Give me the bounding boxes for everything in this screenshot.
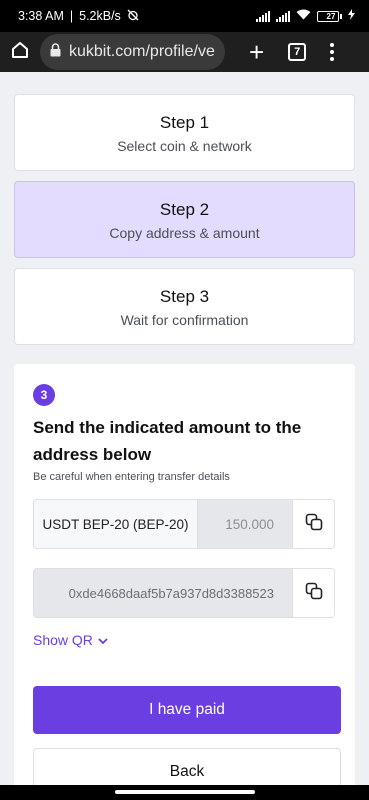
step-number-badge: 3 — [33, 384, 55, 406]
address-bar[interactable]: kukbit.com/profile/ve — [40, 34, 225, 70]
chevron-down-icon — [98, 632, 108, 648]
step-title: Step 2 — [159, 200, 210, 219]
show-qr-toggle[interactable]: Show QR — [33, 632, 108, 648]
clock: 3:38 AM — [18, 9, 64, 23]
i-have-paid-button[interactable]: I have paid — [33, 686, 341, 734]
charging-icon — [348, 9, 355, 23]
battery-icon: 27 — [317, 10, 342, 22]
battery-level: 27 — [326, 11, 336, 21]
amount-row: USDT BEP-20 (BEP-20) 150.000 — [33, 499, 335, 549]
payment-heading: Send the indicated amount to the address… — [33, 418, 302, 464]
network-speed: 5.2kB/s — [79, 9, 121, 23]
browser-toolbar: kukbit.com/profile/ve + 7 — [0, 32, 369, 72]
home-gesture-pill[interactable] — [115, 790, 255, 794]
back-button[interactable]: Back — [33, 748, 341, 785]
step-1-card: Step 1 Select coin & network — [14, 94, 355, 171]
page-content: Step 1 Select coin & network Step 2 Copy… — [0, 72, 369, 785]
system-nav-bar — [0, 785, 369, 800]
step-subtitle: Wait for confirmation — [120, 312, 249, 328]
alarm-off-icon — [127, 9, 139, 24]
step-subtitle: Select coin & network — [117, 138, 252, 154]
step-subtitle: Copy address & amount — [109, 225, 260, 241]
address-row: 0xde4668daaf5b7a937d8d3388523 — [33, 568, 335, 618]
copy-icon — [305, 513, 323, 536]
signal-icon-2 — [276, 10, 290, 22]
more-menu-icon[interactable] — [330, 43, 335, 61]
wallet-address-field: 0xde4668daaf5b7a937d8d3388523 — [34, 569, 292, 617]
payment-card: 3 Send the indicated amount to the addre… — [14, 364, 355, 785]
home-icon[interactable] — [10, 40, 30, 65]
url-text: kukbit.com/profile/ve — [69, 43, 215, 60]
status-bar: 3:38 AM | 5.2kB/s 27 — [0, 0, 369, 32]
copy-address-button[interactable] — [292, 569, 334, 617]
wifi-icon — [296, 9, 311, 23]
caution-text: Be careful when entering transfer detail… — [33, 471, 230, 483]
step-title: Step 3 — [159, 287, 210, 306]
coin-name: USDT BEP-20 (BEP-20) — [34, 500, 198, 548]
show-qr-label: Show QR — [33, 632, 93, 648]
step-3-card: Step 3 Wait for confirmation — [14, 268, 355, 345]
new-tab-icon[interactable]: + — [249, 39, 264, 65]
amount-field: 150.000 — [198, 500, 292, 548]
copy-icon — [305, 582, 323, 605]
signal-icon — [256, 10, 270, 22]
copy-amount-button[interactable] — [292, 500, 334, 548]
lock-icon — [50, 42, 61, 62]
tab-switcher-button[interactable]: 7 — [288, 43, 307, 61]
step-2-card: Step 2 Copy address & amount — [14, 181, 355, 258]
step-title: Step 1 — [159, 113, 210, 132]
